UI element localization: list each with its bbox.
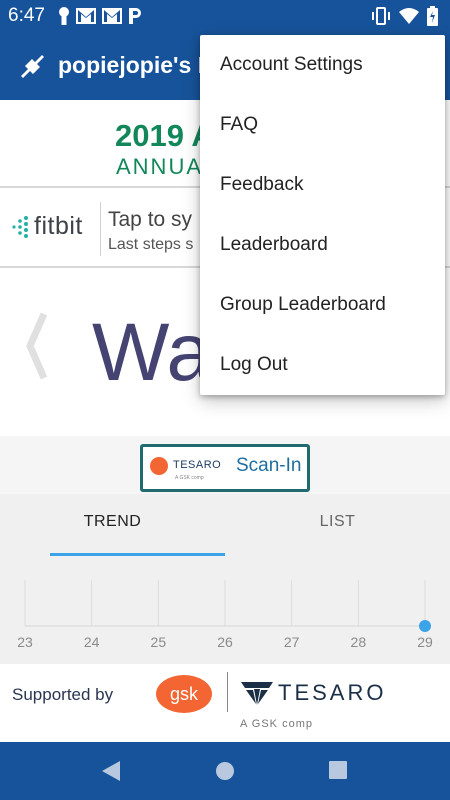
menu-item-leaderboard[interactable]: Leaderboard bbox=[200, 215, 445, 275]
menu-item-faq[interactable]: FAQ bbox=[200, 95, 445, 155]
scan-in-button[interactable]: TESARO A GSK comp Scan-In bbox=[140, 444, 310, 492]
scan-in-label: Scan-In bbox=[236, 455, 302, 476]
banner-subtitle: ANNUA bbox=[116, 154, 204, 179]
chart-tick-label: 27 bbox=[284, 634, 300, 650]
fitbit-brand: fitbit bbox=[34, 212, 83, 240]
fitbit-dots-icon bbox=[12, 215, 28, 238]
status-right-icons bbox=[371, 6, 438, 26]
fitbit-divider bbox=[100, 202, 101, 256]
chart-tick-label: 24 bbox=[84, 634, 100, 650]
chart-tick-label: 28 bbox=[351, 634, 367, 650]
chart-tick-label: 25 bbox=[151, 634, 167, 650]
recents-icon[interactable] bbox=[328, 760, 348, 780]
chevron-left-icon[interactable] bbox=[22, 310, 48, 382]
carousel-title: Wa bbox=[92, 307, 212, 398]
wifi-icon bbox=[399, 8, 419, 24]
keyhole-icon bbox=[59, 7, 69, 25]
gsk-logo-text: gsk bbox=[170, 684, 199, 704]
parking-icon bbox=[129, 8, 141, 24]
tesaro-subtitle: A GSK comp bbox=[240, 718, 313, 730]
footer-divider bbox=[227, 672, 228, 712]
chart-tick-label: 29 bbox=[417, 634, 433, 650]
tab-indicator bbox=[50, 553, 225, 556]
chart-tick-label: 26 bbox=[217, 634, 233, 650]
sync-subtitle: Last steps s bbox=[108, 236, 194, 253]
home-icon[interactable] bbox=[214, 760, 236, 782]
battery-charging-icon bbox=[427, 6, 438, 26]
chart-point bbox=[419, 620, 431, 632]
scan-in-area: TESARO A GSK comp Scan-In bbox=[0, 436, 450, 494]
tab-bar: TREND LIST bbox=[0, 494, 450, 558]
overflow-menu: Account Settings FAQ Feedback Leaderboar… bbox=[200, 35, 445, 395]
banner-year: 2019 A bbox=[115, 118, 214, 153]
trend-chart-svg: 23 24 25 26 27 28 29 bbox=[17, 580, 433, 650]
tesaro-logo: TESARO bbox=[240, 680, 386, 706]
trend-chart: 23 24 25 26 27 28 29 bbox=[0, 558, 450, 664]
sponsor-footer: Supported by gsk TESARO A GSK comp bbox=[0, 664, 450, 742]
tab-list-label: LIST bbox=[319, 513, 356, 530]
vibrate-icon bbox=[372, 7, 390, 25]
menu-item-feedback[interactable]: Feedback bbox=[200, 155, 445, 215]
menu-item-account-settings[interactable]: Account Settings bbox=[200, 35, 445, 95]
tesaro-mark-icon bbox=[241, 682, 273, 705]
tab-list[interactable]: LIST bbox=[225, 494, 450, 558]
gmail-icon bbox=[76, 8, 96, 24]
status-time: 6:47 bbox=[8, 5, 45, 26]
gsk-logo: gsk bbox=[156, 675, 212, 713]
status-left-icons bbox=[58, 6, 142, 26]
supported-by-label: Supported by bbox=[12, 685, 114, 704]
fitbit-logo: fitbit bbox=[10, 212, 83, 241]
scan-tesaro-sub: A GSK comp bbox=[175, 475, 204, 481]
tab-trend[interactable]: TREND bbox=[0, 494, 225, 558]
sync-title: Tap to sy bbox=[108, 208, 193, 231]
gsk-logo-icon bbox=[150, 457, 168, 475]
menu-item-group-leaderboard[interactable]: Group Leaderboard bbox=[200, 275, 445, 335]
status-bar: 6:47 bbox=[0, 0, 450, 32]
gmail-icon bbox=[102, 8, 122, 24]
tab-trend-label: TREND bbox=[83, 513, 142, 530]
tesaro-brand: TESARO bbox=[278, 680, 387, 705]
chart-tick-label: 23 bbox=[17, 634, 33, 650]
system-nav-bar bbox=[0, 742, 450, 800]
sneaker-icon bbox=[21, 55, 44, 78]
menu-item-log-out[interactable]: Log Out bbox=[200, 335, 445, 395]
app-title: popiejopie's D bbox=[58, 52, 215, 78]
scan-tesaro-brand: TESARO bbox=[173, 459, 222, 471]
back-icon[interactable] bbox=[100, 760, 122, 782]
